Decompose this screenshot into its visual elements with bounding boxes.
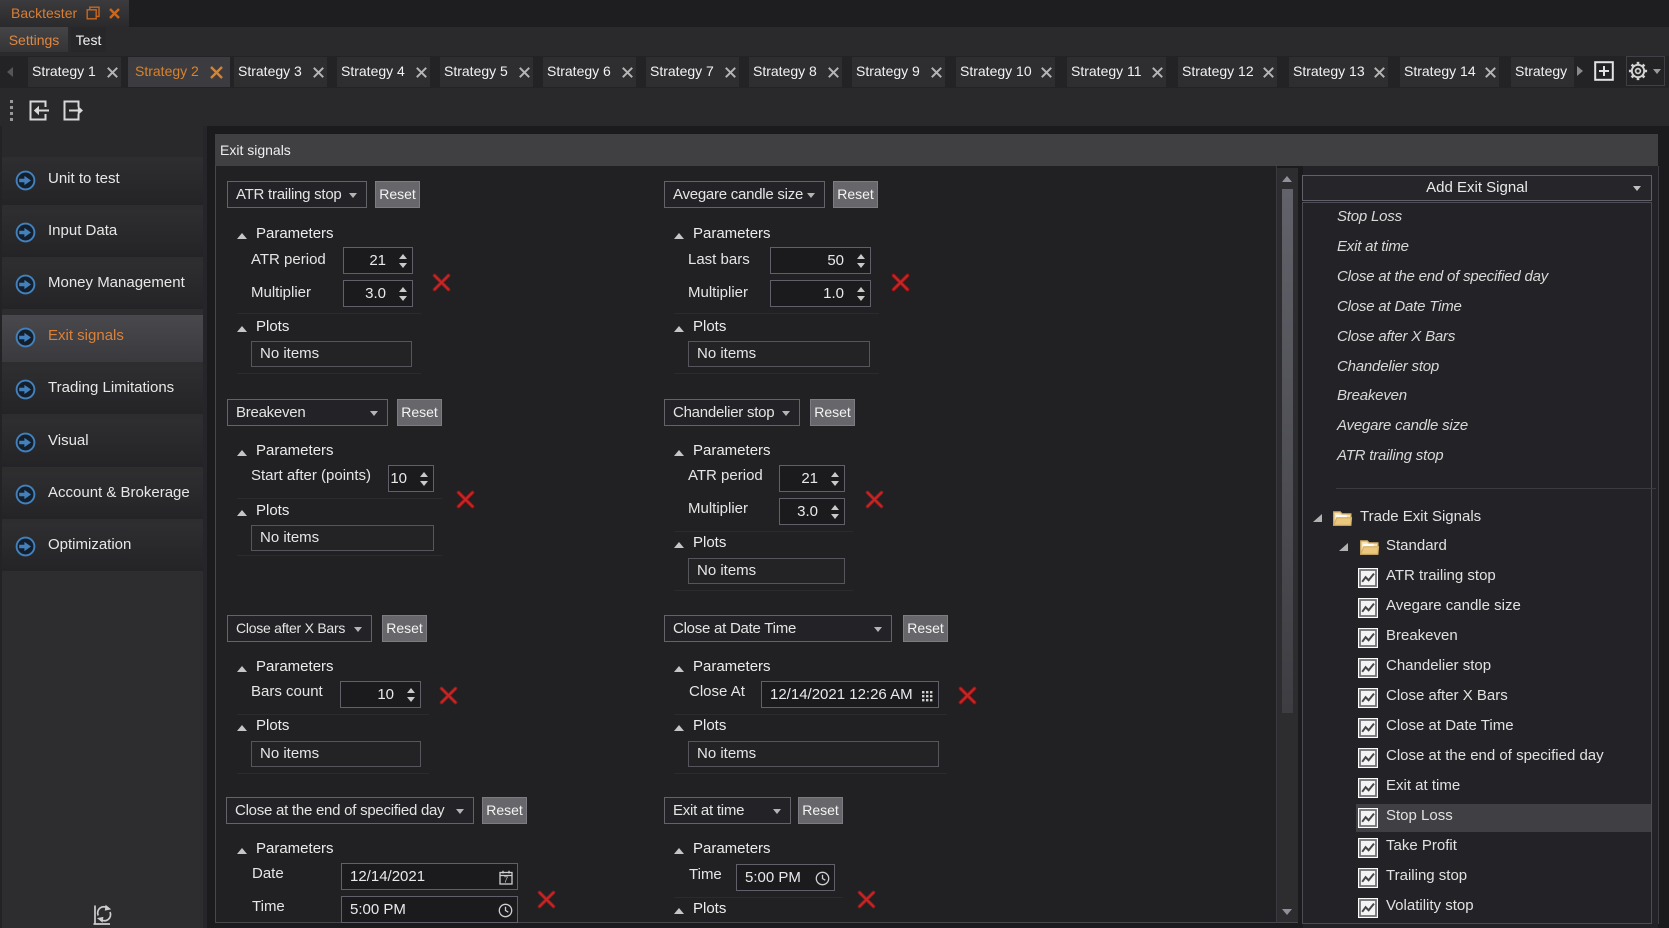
svg-text:7: 7 [504,876,509,885]
